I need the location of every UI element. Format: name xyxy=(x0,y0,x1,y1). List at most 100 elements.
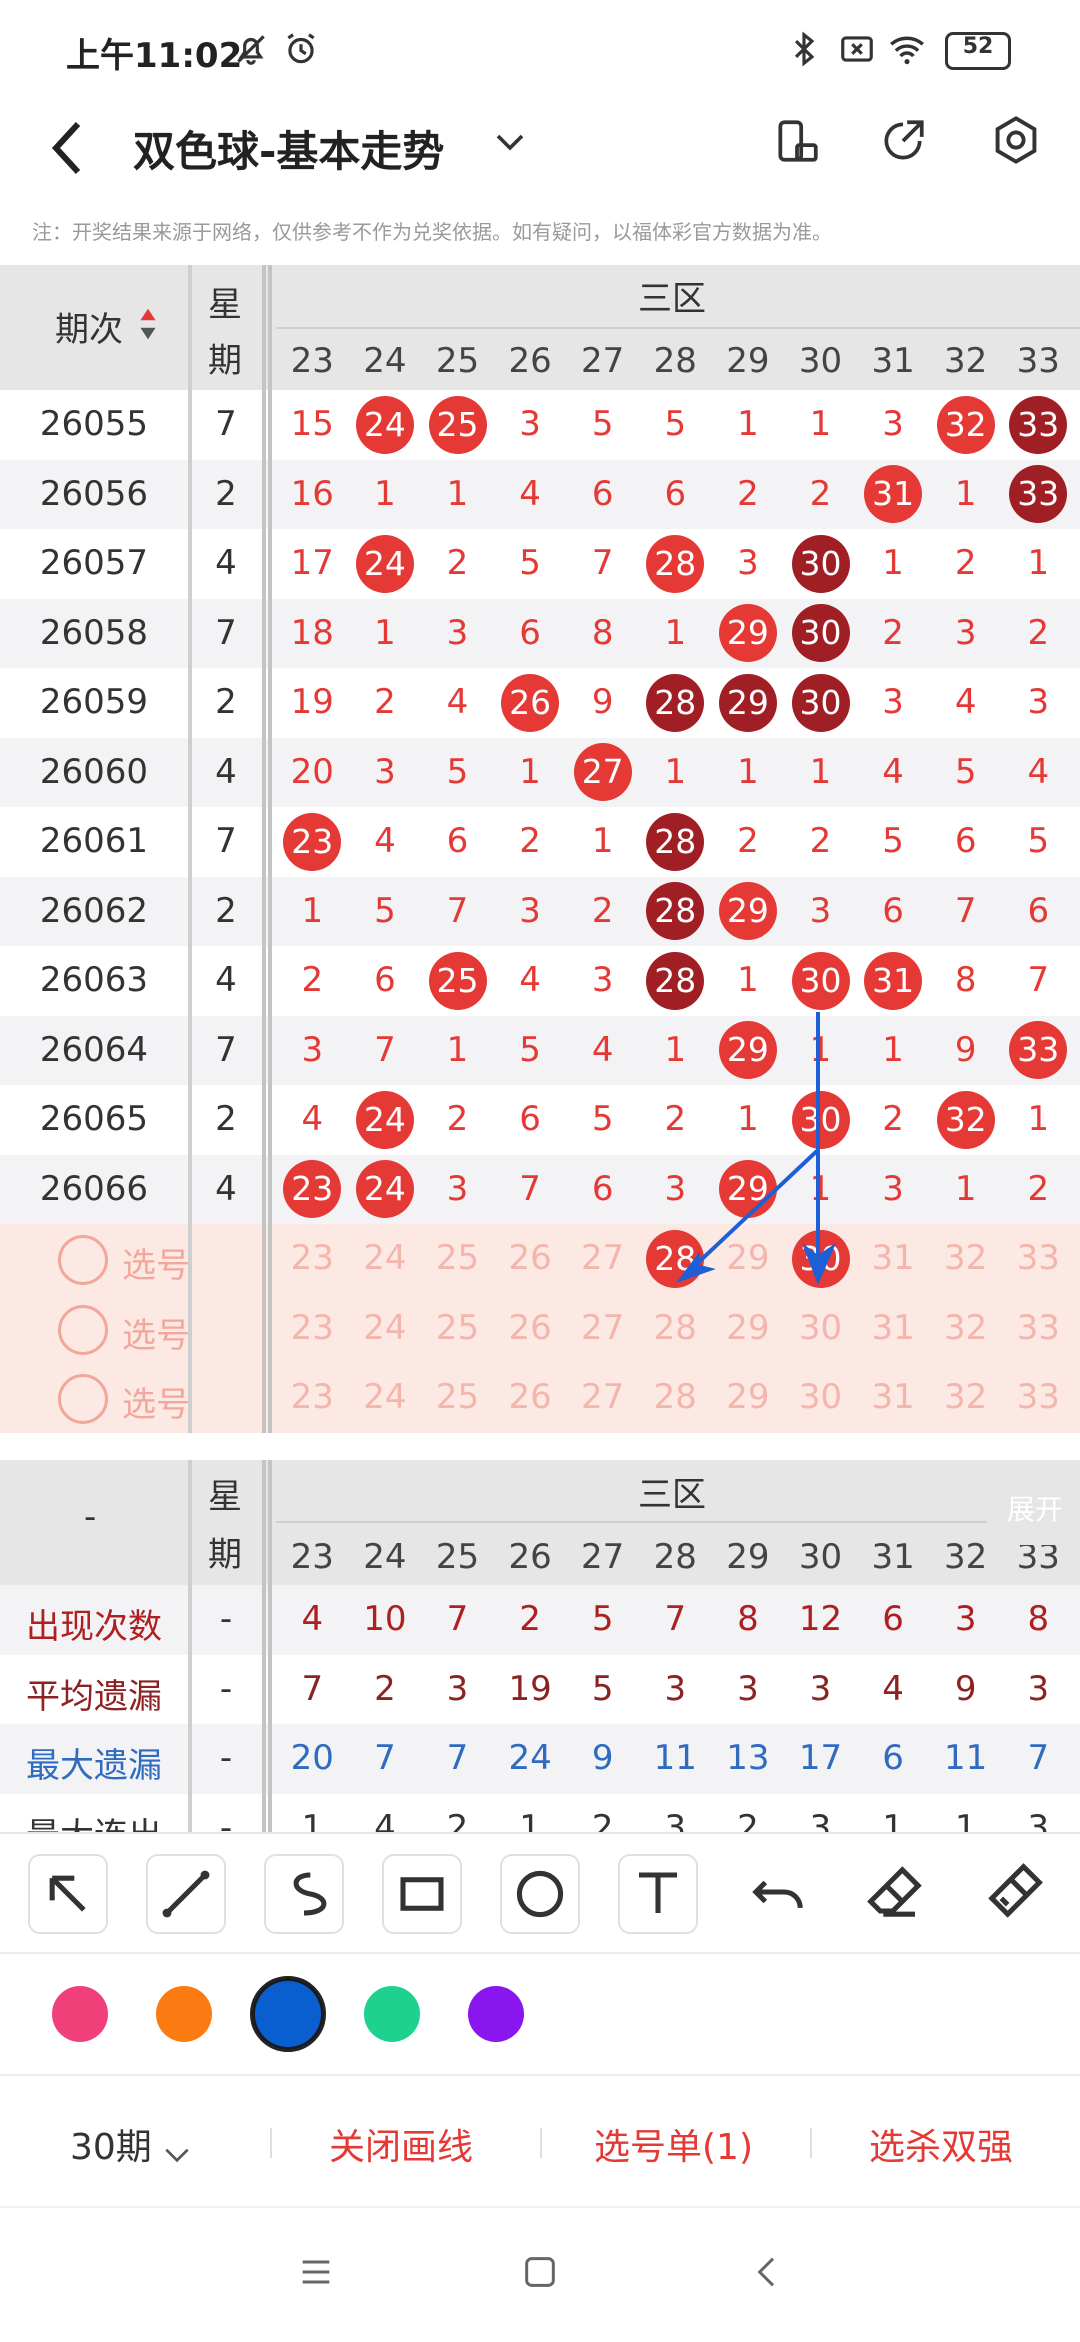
stats-week: - xyxy=(219,1807,233,1836)
column-header: 23 xyxy=(290,1537,334,1577)
divider xyxy=(540,2128,542,2158)
stats-row: 平均遗漏 - 7 2 3 19 5 3 3 3 4 9 3 xyxy=(0,1654,1080,1724)
stats-value: 3 xyxy=(737,1668,759,1709)
status-bar: 上午11:02 52 xyxy=(0,0,1080,100)
stats-value: 11 xyxy=(944,1738,988,1778)
alarm-icon xyxy=(287,33,315,64)
stats-week: - xyxy=(219,1599,233,1639)
bluetooth-icon xyxy=(794,31,815,67)
period-select[interactable]: 30期 xyxy=(70,2118,193,2171)
drawing-toolbar xyxy=(0,1832,1080,1954)
mute-bell-icon xyxy=(237,35,265,65)
settings-icon[interactable] xyxy=(990,114,1042,166)
stats-value: 3 xyxy=(664,1807,687,1836)
arrow-tool-button[interactable] xyxy=(28,1854,108,1934)
stats-value: 2 xyxy=(446,1807,469,1836)
column-divider xyxy=(188,1460,192,1835)
stats-value: 4 xyxy=(301,1599,324,1639)
color-picker xyxy=(0,1952,1080,2074)
sim-disabled-icon xyxy=(841,36,873,62)
stats-value: 24 xyxy=(508,1738,552,1778)
column-header: 24 xyxy=(363,1537,407,1577)
chevron-down-icon xyxy=(165,2148,189,2162)
stats-value: 7 xyxy=(446,1599,469,1639)
disclaimer-notice: 注：开奖结果来源于网络，仅供参考不作为兑奖依据。如有疑问，以福体彩官方数据为准。 xyxy=(32,220,832,244)
column-header: 28 xyxy=(653,1537,697,1577)
stats-value: 3 xyxy=(664,1668,687,1709)
clear-brush-icon[interactable] xyxy=(976,1854,1052,1930)
stats-value: 10 xyxy=(363,1599,407,1639)
stats-value: 3 xyxy=(1027,1668,1050,1709)
rectangle-tool-button[interactable] xyxy=(382,1854,462,1934)
close-lines-button[interactable]: 关闭画线 xyxy=(329,2118,473,2170)
bottom-action-bar: 30期 关闭画线 选号单(1) 选杀双强 xyxy=(0,2074,1080,2208)
column-header: 25 xyxy=(435,1537,480,1577)
column-header: 30 xyxy=(798,1537,843,1577)
color-swatch[interactable] xyxy=(468,1986,524,2042)
color-swatch[interactable] xyxy=(250,1976,326,2052)
stats-dash: - xyxy=(84,1497,97,1537)
color-swatch[interactable] xyxy=(364,1986,420,2042)
expand-button[interactable]: 展开 xyxy=(985,1475,1080,1545)
stats-value: 9 xyxy=(954,1668,977,1709)
stats-value: 17 xyxy=(798,1738,843,1778)
stats-value: 2 xyxy=(519,1599,541,1639)
battery-icon: 52 xyxy=(945,32,1011,70)
stats-row: 出现次数 - 4 10 7 2 5 7 8 12 6 3 8 xyxy=(0,1585,1080,1655)
column-header: 29 xyxy=(726,1537,770,1577)
back-arrow-icon[interactable] xyxy=(48,118,88,178)
stats-zone-header: 三区 xyxy=(638,1475,706,1515)
column-header: 31 xyxy=(871,1537,915,1577)
stats-header-divider xyxy=(276,1521,1080,1523)
stats-value: 1 xyxy=(519,1807,541,1836)
status-time: 上午11:02 xyxy=(66,36,243,76)
stats-row: 最大遗漏 - 20 7 7 24 9 11 13 17 6 11 7 xyxy=(0,1724,1080,1794)
screen-rotate-icon[interactable] xyxy=(772,116,822,166)
back-icon[interactable] xyxy=(748,2252,788,2292)
page-title: 双色球-基本走势 xyxy=(133,127,445,176)
stats-value: 6 xyxy=(882,1599,904,1639)
stats-value: 3 xyxy=(446,1668,469,1709)
stats-value: 1 xyxy=(954,1807,977,1836)
column-header: 26 xyxy=(508,1537,552,1577)
share-icon[interactable] xyxy=(878,116,928,166)
stats-value: 8 xyxy=(1027,1599,1050,1639)
circle-tool-button[interactable] xyxy=(500,1854,580,1934)
stats-value: 2 xyxy=(591,1807,614,1836)
stats-value: 7 xyxy=(1027,1738,1050,1778)
line-tool-button[interactable] xyxy=(146,1854,226,1934)
freehand-tool-button[interactable] xyxy=(264,1854,344,1934)
column-divider xyxy=(262,1460,266,1835)
stats-row: 最大连出 - 1 4 2 1 2 3 2 3 1 1 3 xyxy=(0,1793,1080,1836)
column-header: 27 xyxy=(581,1537,625,1577)
select-kill-button[interactable]: 选杀双强 xyxy=(869,2118,1013,2170)
stats-value: 7 xyxy=(664,1599,687,1639)
menu-icon[interactable] xyxy=(296,2252,336,2292)
stats-label: 最大遗漏 xyxy=(26,1746,162,1786)
chevron-down-icon[interactable] xyxy=(492,124,528,160)
drawn-arrows[interactable] xyxy=(0,265,1080,1433)
stats-value: 9 xyxy=(591,1738,614,1778)
stats-value: 7 xyxy=(374,1738,396,1778)
undo-icon[interactable] xyxy=(740,1854,816,1930)
arrow-icon xyxy=(49,1875,86,1912)
pick-list-button[interactable]: 选号单(1) xyxy=(594,2118,753,2170)
color-swatch[interactable] xyxy=(156,1986,212,2042)
stats-value: 2 xyxy=(374,1668,396,1709)
stats-week-line1: 星 xyxy=(208,1477,242,1517)
stats-week: - xyxy=(219,1668,233,1709)
eraser-icon[interactable] xyxy=(858,1854,934,1930)
stats-value: 3 xyxy=(954,1599,977,1639)
stats-value: 6 xyxy=(882,1738,904,1778)
stats-week-line2: 期 xyxy=(208,1535,242,1575)
trend-table: 期次 星 期 三区 23 24 25 26 27 28 29 30 31 32 33 26055 7 1… xyxy=(0,265,1080,1835)
home-icon[interactable] xyxy=(520,2252,560,2292)
stats-value: 19 xyxy=(508,1668,552,1709)
stats-value: 12 xyxy=(798,1599,843,1639)
stats-value: 5 xyxy=(591,1599,614,1639)
text-tool-button[interactable] xyxy=(618,1854,698,1934)
stats-value: 2 xyxy=(737,1807,759,1836)
color-swatch[interactable] xyxy=(52,1986,108,2042)
battery-level: 52 xyxy=(962,34,994,59)
text-icon xyxy=(639,1872,677,1913)
